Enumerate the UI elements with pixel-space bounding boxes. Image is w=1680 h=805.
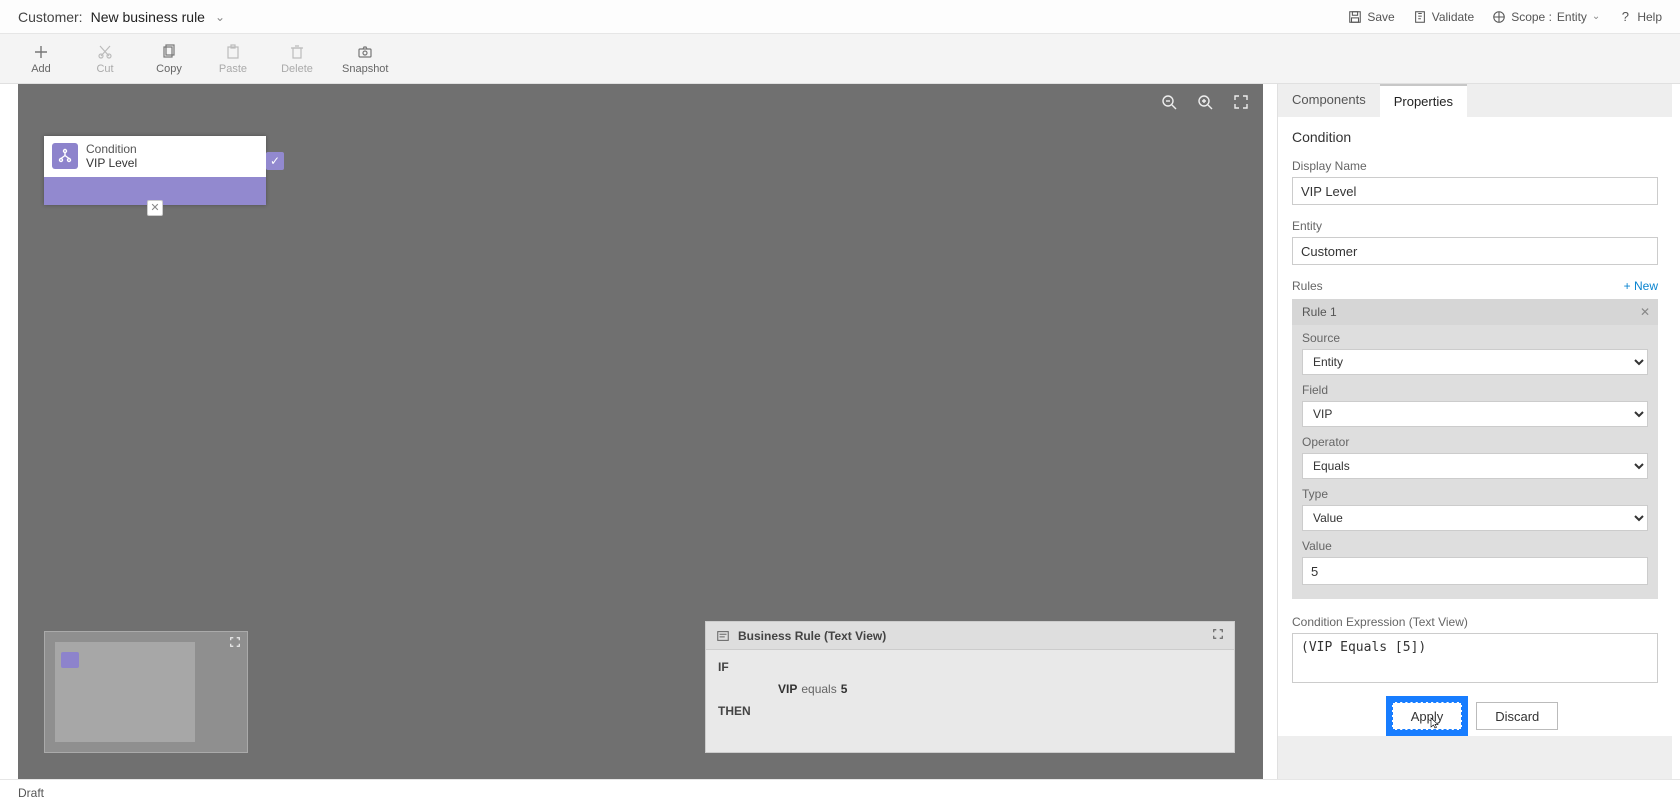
chevron-down-icon: ⌄ — [215, 10, 225, 24]
fit-screen-button[interactable] — [1233, 94, 1249, 115]
display-name-label: Display Name — [1292, 159, 1658, 173]
title-prefix: Customer: — [18, 9, 83, 25]
toolbar: Add Cut Copy Paste Delete Snapshot — [0, 34, 1680, 84]
source-label: Source — [1302, 331, 1648, 345]
plus-icon — [32, 43, 50, 61]
tool-label: Cut — [96, 63, 113, 75]
rule-title-dropdown[interactable]: Customer: New business rule ⌄ — [18, 9, 225, 25]
node-true-connector[interactable]: ✓ — [266, 152, 284, 170]
value-input[interactable] — [1302, 557, 1648, 585]
copy-icon — [160, 43, 178, 61]
expression-output: (VIP Equals [5]) — [1292, 633, 1658, 683]
display-name-input[interactable] — [1292, 177, 1658, 205]
zoom-in-button[interactable] — [1197, 94, 1213, 115]
tool-label: Delete — [281, 63, 313, 75]
rule-title[interactable]: Rule 1 ✕ — [1292, 299, 1658, 325]
tool-label: Copy — [156, 63, 182, 75]
save-label: Save — [1367, 10, 1394, 24]
type-select[interactable]: Value — [1302, 505, 1648, 531]
node-name: VIP Level — [86, 156, 137, 170]
tab-components[interactable]: Components — [1278, 84, 1380, 117]
save-icon — [1348, 10, 1362, 24]
side-panel: Components Properties Condition Display … — [1277, 84, 1672, 779]
minimap[interactable] — [44, 631, 248, 753]
tab-properties[interactable]: Properties — [1380, 84, 1467, 117]
section-title: Condition — [1292, 129, 1658, 145]
title-bar: Customer: New business rule ⌄ Save Valid… — [0, 0, 1680, 34]
title-name: New business rule — [91, 9, 205, 25]
field-select[interactable]: VIP — [1302, 401, 1648, 427]
scope-value: Entity — [1557, 10, 1587, 24]
apply-button[interactable]: Apply — [1392, 702, 1463, 730]
paste-button[interactable]: Paste — [214, 43, 252, 75]
snapshot-button[interactable]: Snapshot — [342, 43, 388, 75]
new-rule-link[interactable]: + New — [1624, 279, 1658, 293]
textview-icon — [716, 629, 730, 643]
paste-icon — [224, 43, 242, 61]
tool-label: Add — [31, 63, 51, 75]
camera-icon — [356, 43, 374, 61]
validate-icon — [1413, 10, 1427, 24]
save-button[interactable]: Save — [1348, 10, 1394, 24]
help-button[interactable]: ? Help — [1618, 10, 1662, 24]
scope-icon — [1492, 10, 1506, 24]
tool-label: Snapshot — [342, 63, 388, 75]
clause-field: VIP — [778, 682, 797, 696]
condition-node[interactable]: Condition VIP Level ✓ ✕ — [44, 136, 266, 205]
expand-icon[interactable] — [1212, 628, 1224, 643]
close-icon[interactable]: ✕ — [1640, 305, 1650, 319]
zoom-out-button[interactable] — [1161, 94, 1177, 115]
if-label: IF — [718, 660, 758, 674]
status-text: Draft — [18, 786, 44, 800]
node-type: Condition — [86, 142, 137, 156]
rule-block: Rule 1 ✕ Source Entity Field VIP Oper — [1292, 299, 1658, 599]
discard-button[interactable]: Discard — [1476, 702, 1558, 730]
then-label: THEN — [718, 704, 758, 718]
field-label: Field — [1302, 383, 1648, 397]
apply-label: Apply — [1411, 709, 1444, 724]
design-canvas[interactable]: Condition VIP Level ✓ ✕ Business Rule (T… — [18, 84, 1263, 779]
clause-op: equals — [801, 682, 836, 696]
cut-icon — [96, 43, 114, 61]
expression-label: Condition Expression (Text View) — [1292, 615, 1658, 629]
minimap-node-icon — [61, 652, 79, 668]
status-bar: Draft — [0, 779, 1680, 805]
text-view-panel: Business Rule (Text View) IF VIP equals … — [705, 621, 1235, 753]
node-false-connector[interactable]: ✕ — [147, 200, 163, 216]
operator-label: Operator — [1302, 435, 1648, 449]
scope-dropdown[interactable]: Scope : Entity ⌄ — [1492, 10, 1600, 24]
validate-button[interactable]: Validate — [1413, 10, 1474, 24]
help-label: Help — [1637, 10, 1662, 24]
expand-icon[interactable] — [229, 636, 243, 650]
cut-button[interactable]: Cut — [86, 43, 124, 75]
tool-label: Paste — [219, 63, 247, 75]
entity-label: Entity — [1292, 219, 1658, 233]
add-button[interactable]: Add — [22, 43, 60, 75]
value-label: Value — [1302, 539, 1648, 553]
source-select[interactable]: Entity — [1302, 349, 1648, 375]
condition-icon — [52, 143, 78, 169]
help-icon: ? — [1618, 10, 1632, 24]
copy-button[interactable]: Copy — [150, 43, 188, 75]
rule-title-text: Rule 1 — [1302, 305, 1337, 319]
clause-value: 5 — [841, 682, 848, 696]
entity-input[interactable] — [1292, 237, 1658, 265]
delete-button[interactable]: Delete — [278, 43, 316, 75]
chevron-down-icon: ⌄ — [1592, 11, 1600, 22]
rules-label: Rules — [1292, 279, 1323, 293]
validate-label: Validate — [1432, 10, 1474, 24]
delete-icon — [288, 43, 306, 61]
textview-title: Business Rule (Text View) — [738, 629, 886, 643]
scope-label: Scope : — [1511, 10, 1552, 24]
operator-select[interactable]: Equals — [1302, 453, 1648, 479]
type-label: Type — [1302, 487, 1648, 501]
